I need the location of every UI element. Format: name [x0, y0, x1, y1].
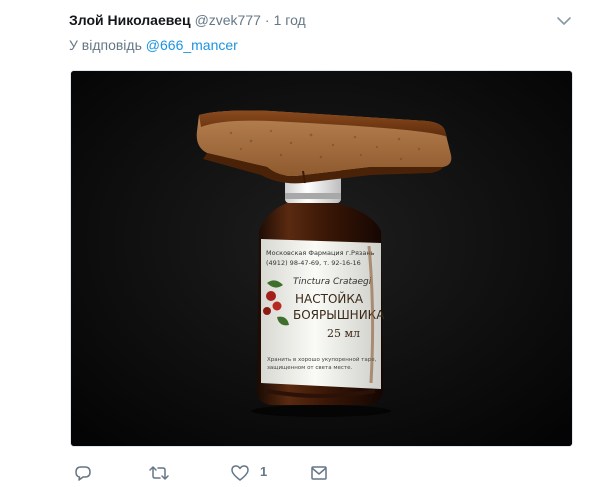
author-name[interactable]: Злой Николаевец — [69, 12, 191, 28]
tweet: Злой Николаевец @zvek777 · 1 год У відпо… — [0, 0, 591, 487]
separator-dot: · — [264, 12, 270, 28]
label-line2: (4912) 98-47-69, т. 92-16-16 — [266, 259, 361, 267]
tweet-photo[interactable]: Московская Фармация г.Рязань (4912) 98-4… — [70, 70, 573, 447]
label-line1: Московская Фармация г.Рязань — [266, 249, 375, 257]
label-name1: НАСТОЙКА — [295, 291, 364, 306]
label-storage2: защищенном от света месте. — [267, 365, 353, 371]
author-handle[interactable]: @zvek777 — [195, 12, 261, 28]
retweet-icon[interactable] — [149, 462, 169, 484]
label-volume: 25 мл — [327, 327, 360, 340]
label-storage1: Хранить в хорошо укупоренной таре, — [267, 356, 377, 363]
envelope-icon[interactable] — [310, 462, 328, 484]
reply-context: У відповідь @666_mancer — [69, 37, 238, 53]
tweet-header: Злой Николаевец @zvek777 · 1 год — [69, 12, 306, 32]
reply-prefix: У відповідь — [69, 37, 142, 53]
reply-icon[interactable] — [74, 462, 92, 484]
label-latin: Tinctura Crataegi — [293, 277, 372, 287]
timestamp[interactable]: 1 год — [274, 12, 306, 28]
reply-to-link[interactable]: @666_mancer — [146, 37, 238, 53]
chevron-down-icon[interactable] — [556, 14, 572, 28]
heart-icon[interactable] — [230, 462, 250, 484]
like-count[interactable]: 1 — [260, 464, 267, 479]
